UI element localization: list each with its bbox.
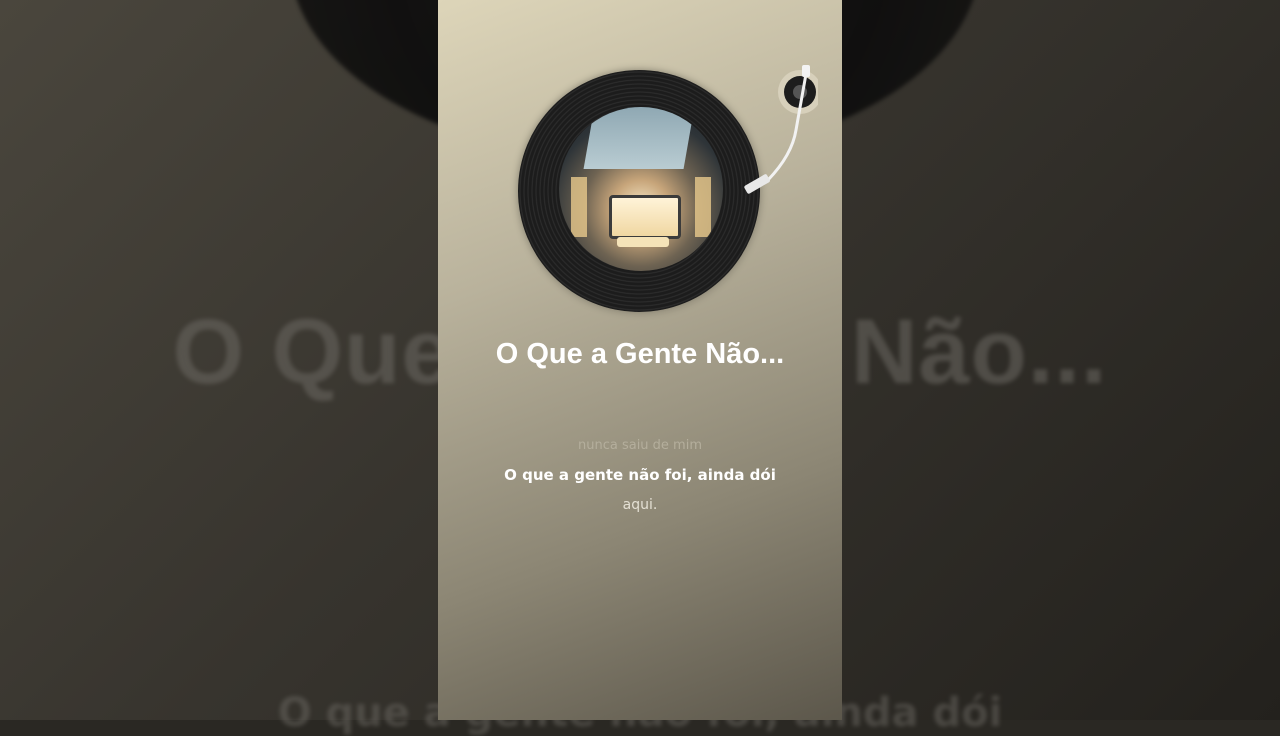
lyric-current-line: O que a gente não foi, ainda dói <box>504 466 776 484</box>
vinyl-record-icon <box>518 70 760 312</box>
song-title: O Que a Gente Não... <box>495 338 785 370</box>
tonearm-icon <box>744 65 818 194</box>
lyric-next-line: aqui. <box>622 497 658 513</box>
record-frame <box>514 66 764 316</box>
lyric-previous-line: nunca saiu de mim <box>577 438 702 453</box>
player-panel: O Que a Gente Não... nunca saiu de mim O… <box>438 0 842 720</box>
album-cover <box>559 107 723 271</box>
